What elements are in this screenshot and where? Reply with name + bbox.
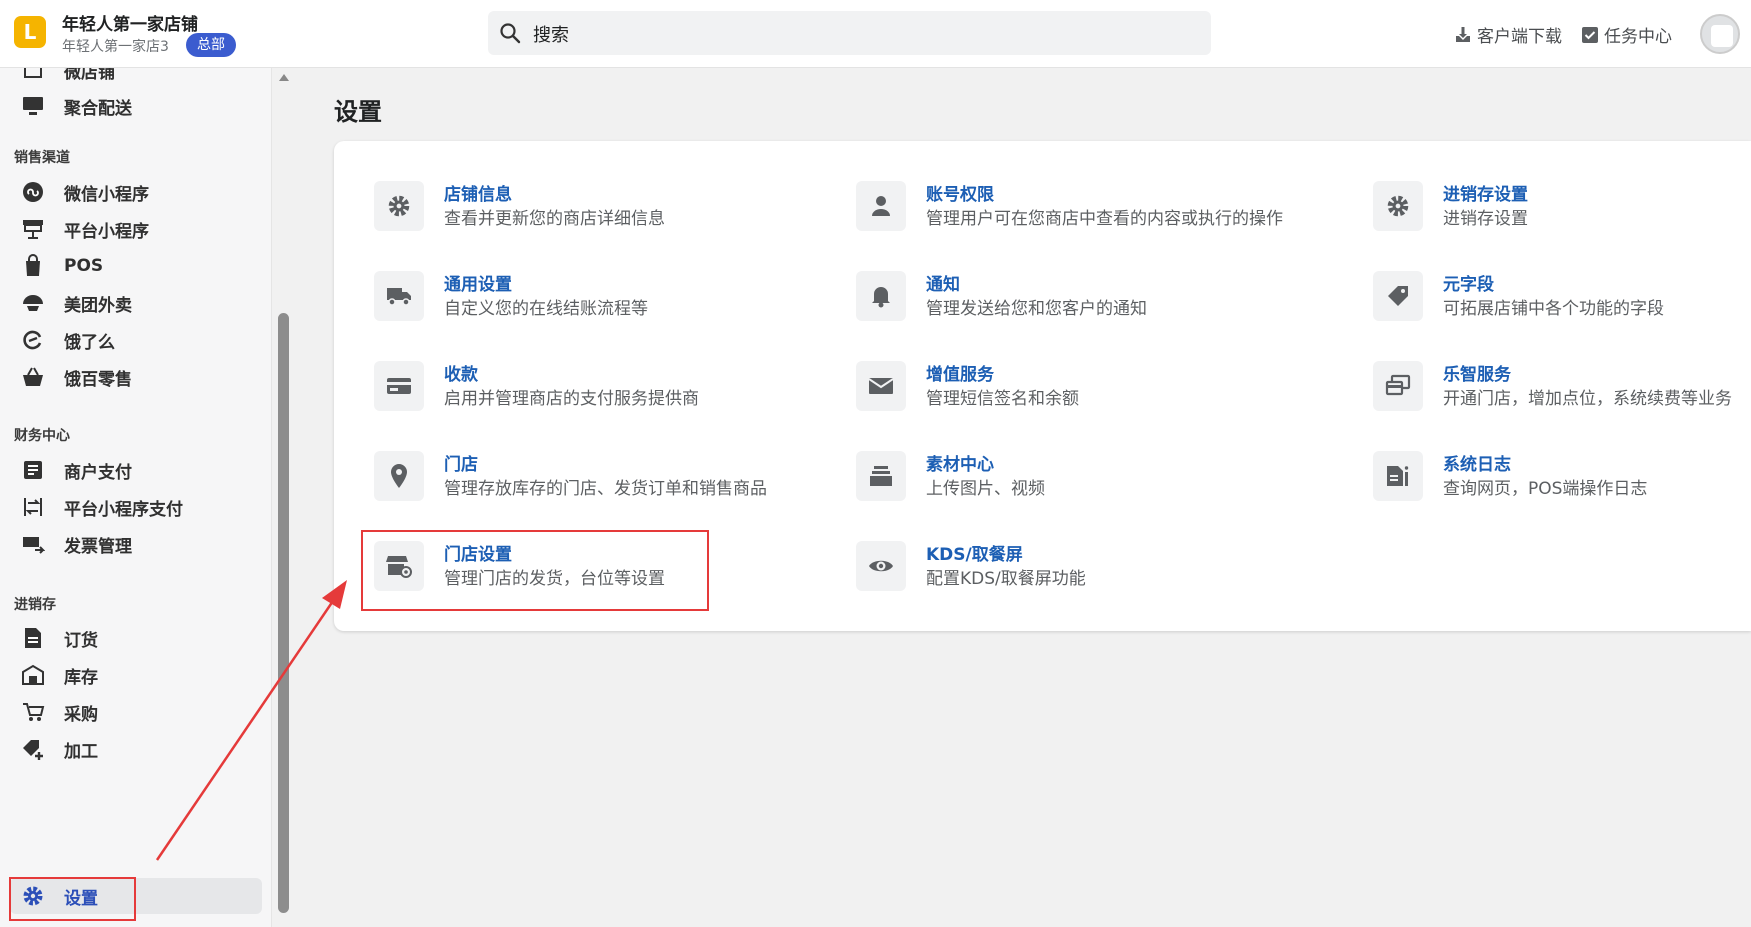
gear-icon xyxy=(1373,181,1423,231)
setting-media-center[interactable]: 素材中心 上传图片、视频 xyxy=(856,451,1045,501)
download-icon xyxy=(1456,26,1470,42)
setting-store-info[interactable]: 店铺信息 查看并更新您的商店详细信息 xyxy=(374,181,665,231)
sidebar-item-purchase[interactable]: 采购 xyxy=(20,694,260,730)
sidebar-item-platform-pay[interactable]: 平台小程序支付 xyxy=(20,489,260,525)
sidebar-item-ebai[interactable]: 饿百零售 xyxy=(20,359,260,395)
setting-value-added[interactable]: 增值服务 管理短信签名和余额 xyxy=(856,361,1079,411)
client-download-button[interactable]: 客户端下载 xyxy=(1453,22,1562,47)
section-finance: 财务中心 xyxy=(14,428,70,444)
section-sales-channels: 销售渠道 xyxy=(14,150,70,166)
stack-icon xyxy=(856,451,906,501)
setting-payments[interactable]: 收款 启用并管理商店的支付服务提供商 xyxy=(374,361,699,411)
setting-lezhi-service[interactable]: 乐智服务 开通门店，增加点位，系统续费等业务 xyxy=(1373,361,1732,411)
sidebar-item-wechat-mini[interactable]: 微信小程序 xyxy=(20,174,260,210)
setting-kds-screen[interactable]: KDS/取餐屏 配置KDS/取餐屏功能 xyxy=(856,541,1086,591)
search-placeholder: 搜索 xyxy=(533,25,569,46)
log-icon xyxy=(1373,451,1423,501)
hq-badge: 总部 xyxy=(186,33,236,57)
tag-plus-icon xyxy=(20,736,46,762)
person-icon xyxy=(856,181,906,231)
order-file-icon xyxy=(20,625,46,651)
sidebar-item-micro-store[interactable]: 微店铺 xyxy=(20,68,260,88)
search-icon xyxy=(500,23,521,44)
setting-inventory[interactable]: 进销存设置 进销存设置 xyxy=(1373,181,1528,231)
monitor-icon xyxy=(20,93,46,119)
top-bar: L 年轻人第一家店铺 年轻人第一家店3 总部 搜索 客户端下载 任务中心 xyxy=(0,0,1751,68)
tag-icon xyxy=(1373,271,1423,321)
scroll-up-arrow-icon[interactable] xyxy=(279,74,289,81)
store-name[interactable]: 年轻人第一家店铺 xyxy=(62,10,198,35)
envelope-icon xyxy=(856,361,906,411)
client-download-label: 客户端下载 xyxy=(1477,27,1562,47)
setting-metafields[interactable]: 元字段 可拓展店铺中各个功能的字段 xyxy=(1373,271,1664,321)
shop-stand-icon xyxy=(20,216,46,242)
setting-account-permissions[interactable]: 账号权限 管理用户可在您商店中查看的内容或执行的操作 xyxy=(856,181,1283,231)
setting-locations[interactable]: 门店 管理存放库存的门店、发货订单和销售商品 xyxy=(374,451,767,501)
warehouse-icon xyxy=(20,662,46,688)
sidebar-item-pos[interactable]: POS xyxy=(20,248,260,284)
sidebar: 微店铺 聚合配送 销售渠道 微信小程序 平台小程序 POS 美团外卖 饿了么 饿… xyxy=(0,68,272,927)
eye-icon xyxy=(856,541,906,591)
location-pin-icon xyxy=(374,451,424,501)
eleme-icon xyxy=(20,327,46,353)
store-subtitle: 年轻人第一家店3 xyxy=(62,39,169,55)
highlight-box-sidebar-settings xyxy=(9,877,136,921)
mini-program-icon xyxy=(20,179,46,205)
app-logo[interactable]: L xyxy=(14,16,46,48)
gear-icon xyxy=(374,181,424,231)
basket-icon xyxy=(20,364,46,390)
invoice-icon xyxy=(20,531,46,557)
truck-icon xyxy=(374,271,424,321)
highlight-box-store-settings xyxy=(361,530,709,611)
setting-general[interactable]: 通用设置 自定义您的在线结账流程等 xyxy=(374,271,648,321)
sidebar-scroll-thumb[interactable] xyxy=(278,313,289,913)
sidebar-item-delivery[interactable]: 聚合配送 xyxy=(20,88,260,124)
checkbox-icon xyxy=(1582,26,1598,43)
task-center-button[interactable]: 任务中心 xyxy=(1580,22,1672,47)
sidebar-item-merchant-pay[interactable]: 商户支付 xyxy=(20,452,260,488)
sidebar-item-eleme[interactable]: 饿了么 xyxy=(20,322,260,358)
bag-icon xyxy=(20,253,46,279)
transfer-icon xyxy=(20,494,46,520)
search-input[interactable]: 搜索 xyxy=(488,11,1211,55)
document-lines-icon xyxy=(20,457,46,483)
credit-card-icon xyxy=(374,361,424,411)
meituan-icon xyxy=(20,290,46,316)
section-inventory: 进销存 xyxy=(14,597,56,613)
setting-system-log[interactable]: 系统日志 查询网页，POS端操作日志 xyxy=(1373,451,1647,501)
bell-icon xyxy=(856,271,906,321)
cards-icon xyxy=(1373,361,1423,411)
storefront-icon xyxy=(20,68,46,83)
sidebar-item-meituan[interactable]: 美团外卖 xyxy=(20,285,260,321)
sidebar-item-platform-mini[interactable]: 平台小程序 xyxy=(20,211,260,247)
cart-icon xyxy=(20,699,46,725)
task-center-label: 任务中心 xyxy=(1604,27,1672,47)
setting-notifications[interactable]: 通知 管理发送给您和您客户的通知 xyxy=(856,271,1147,321)
sidebar-item-processing[interactable]: 加工 xyxy=(20,731,260,767)
sidebar-item-invoice[interactable]: 发票管理 xyxy=(20,526,260,562)
avatar[interactable] xyxy=(1700,14,1740,54)
sidebar-item-ordering[interactable]: 订货 xyxy=(20,620,260,656)
sidebar-item-stock[interactable]: 库存 xyxy=(20,657,260,693)
page-title: 设置 xyxy=(334,98,382,126)
